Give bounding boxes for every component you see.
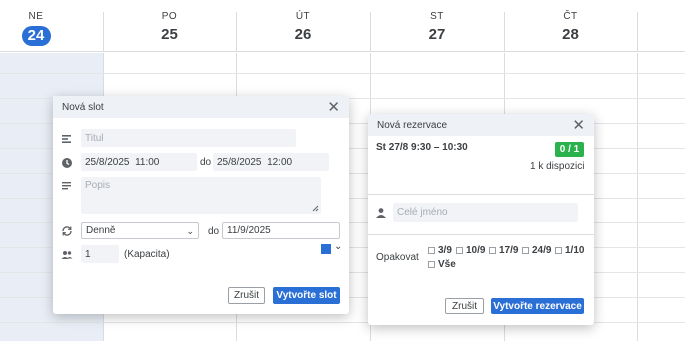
grid-line [103, 12, 104, 52]
cancel-button[interactable]: Zrušit [228, 287, 265, 304]
day-column-tuesday[interactable]: ÚT 26 [236, 0, 370, 52]
repeat-label: Opakovat [376, 252, 419, 263]
repeat-all-checkbox[interactable]: Vše [428, 259, 456, 270]
checkbox-box[interactable] [428, 261, 435, 268]
day-number[interactable]: 27 [429, 26, 446, 43]
people-icon [61, 251, 73, 259]
repeat-option-checkbox[interactable]: 24/9 [522, 245, 551, 256]
create-slot-button[interactable]: Vytvořte slot [273, 287, 340, 304]
divider [368, 194, 594, 195]
checkbox-box[interactable] [489, 247, 496, 254]
grid-line [0, 73, 685, 74]
grid-line [370, 12, 371, 52]
day-column-wednesday[interactable]: ST 27 [370, 0, 504, 52]
start-date-value: 25/8/2025 [85, 156, 130, 168]
person-icon [376, 208, 386, 218]
day-name: ČT [563, 11, 578, 22]
day-number[interactable]: 25 [161, 26, 178, 43]
repeat-value: Denně [86, 225, 116, 236]
repeat-icon [62, 226, 72, 236]
end-date-value: 25/8/2025 [217, 156, 262, 168]
repeat-option-label: Vše [438, 259, 456, 270]
description-icon [62, 182, 71, 190]
close-icon[interactable]: ✕ [327, 100, 340, 115]
repeat-option-label: 3/9 [438, 245, 452, 256]
repeat-select[interactable]: Denně ⌄ [81, 222, 199, 239]
capacity-badge: 0 / 1 [555, 142, 584, 157]
repeat-until-input[interactable]: 11/9/2025 [222, 222, 340, 239]
resize-handle-icon[interactable] [312, 205, 319, 212]
capacity-input[interactable]: 1 [81, 245, 119, 263]
day-number-today[interactable]: 24 [21, 26, 51, 46]
end-date-input[interactable]: 25/8/2025 12:00 [213, 153, 329, 171]
dialog-header: Nová slot ✕ [53, 96, 349, 118]
grid-line [504, 12, 505, 52]
day-name: PO [161, 11, 178, 22]
close-icon[interactable]: ✕ [572, 118, 585, 133]
repeat-option-checkbox[interactable]: 10/9 [456, 245, 485, 256]
repeat-option-checkbox[interactable]: 17/9 [489, 245, 518, 256]
create-reservation-button[interactable]: Vytvořte rezervace [491, 298, 584, 314]
new-reservation-dialog: Nová rezervace ✕ St 27/8 9:30 – 10:30 0 … [368, 114, 594, 325]
checkbox-box[interactable] [456, 247, 463, 254]
day-name: ST [430, 11, 444, 22]
repeat-option-label: 1/10 [565, 245, 585, 256]
title-lines-icon [62, 135, 71, 143]
repeat-option-label: 24/9 [532, 245, 552, 256]
day-number[interactable]: 26 [295, 26, 312, 43]
title-input[interactable]: Titul [81, 129, 296, 147]
day-column-sunday[interactable]: NE 24 [0, 0, 72, 52]
new-slot-dialog: Nová slot ✕ Titul 25/8/2025 11:00 do 25/… [53, 96, 349, 314]
start-date-input[interactable]: 25/8/2025 11:00 [81, 153, 197, 171]
available-count: 1 k dispozici [530, 161, 585, 172]
chevron-down-icon[interactable]: ⌄ [334, 241, 342, 252]
chevron-down-icon: ⌄ [186, 226, 194, 236]
dialog-title: Nová slot [62, 101, 104, 113]
checkbox-box[interactable] [522, 247, 529, 254]
description-placeholder: Popis [85, 180, 111, 191]
repeat-option-label: 10/9 [466, 245, 486, 256]
dialog-header: Nová rezervace ✕ [368, 114, 594, 136]
checkbox-box[interactable] [555, 247, 562, 254]
capacity-label: (Kapacita) [124, 249, 170, 260]
dialog-title: Nová rezervace [377, 119, 448, 131]
day-number[interactable]: 28 [562, 26, 579, 43]
repeat-option-checkbox[interactable]: 1/10 [555, 245, 584, 256]
checkbox-box[interactable] [428, 247, 435, 254]
start-time-value: 11:00 [135, 156, 160, 168]
slot-time: St 27/8 9:30 – 10:30 [376, 142, 468, 153]
day-column-monday[interactable]: PO 25 [103, 0, 236, 52]
color-swatch[interactable] [321, 244, 331, 254]
divider [368, 234, 594, 235]
full-name-input[interactable]: Celé jméno [393, 203, 578, 222]
cancel-button[interactable]: Zrušit [445, 298, 484, 314]
clock-icon [62, 158, 72, 168]
end-time-value: 12:00 [267, 156, 293, 168]
day-name: ÚT [295, 11, 311, 22]
to-label: do [200, 157, 212, 168]
repeat-option-checkbox[interactable]: 3/9 [428, 245, 452, 256]
grid-line [236, 12, 237, 52]
repeat-to-label: do [208, 226, 220, 237]
day-column-thursday[interactable]: ČT 28 [504, 0, 637, 52]
description-textarea[interactable]: Popis [81, 177, 321, 214]
day-name: NE [28, 11, 44, 22]
grid-line [637, 12, 638, 52]
repeat-option-label: 17/9 [499, 245, 519, 256]
